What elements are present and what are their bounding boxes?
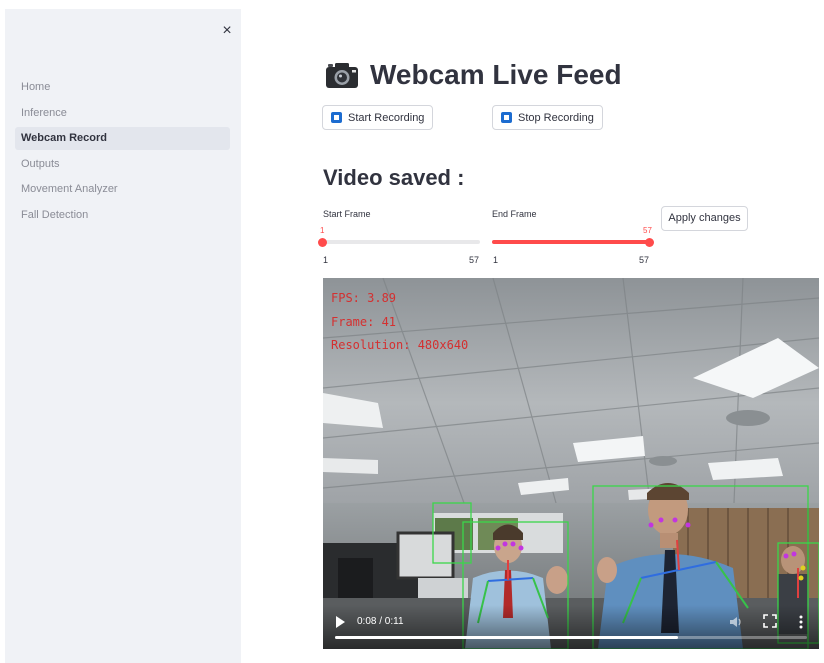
end-frame-label: End Frame xyxy=(492,209,537,219)
end-frame-value: 57 xyxy=(643,226,652,235)
start-recording-button[interactable]: Start Recording xyxy=(322,105,434,130)
start-frame-max: 57 xyxy=(469,255,480,265)
fps-overlay: FPS: 3.89 xyxy=(331,291,397,305)
play-icon[interactable] xyxy=(333,615,347,629)
stop-recording-button[interactable]: Stop Recording xyxy=(492,105,603,130)
video-time: 0:08 / 0:11 xyxy=(357,616,404,627)
sidebar: × Home Inference Webcam Record Outputs M… xyxy=(5,9,241,663)
start-frame-min: 1 xyxy=(323,255,329,265)
sidebar-item-movement-analyzer[interactable]: Movement Analyzer xyxy=(15,178,230,201)
stop-icon xyxy=(501,112,512,123)
end-frame-thumb[interactable] xyxy=(645,238,654,247)
stop-recording-label: Stop Recording xyxy=(518,111,594,124)
page-title-text: Webcam Live Feed xyxy=(370,59,622,90)
end-frame-fill[interactable] xyxy=(492,240,650,244)
video-progress-track[interactable] xyxy=(335,636,807,639)
sidebar-item-inference[interactable]: Inference xyxy=(15,102,230,125)
camera-icon xyxy=(325,61,359,89)
frame-overlay: Frame: 41 xyxy=(331,315,397,329)
sidebar-item-webcam-record[interactable]: Webcam Record xyxy=(15,127,230,150)
volume-icon[interactable] xyxy=(728,614,744,630)
video-frame xyxy=(323,278,819,649)
sidebar-nav: Home Inference Webcam Record Outputs Mov… xyxy=(15,76,230,229)
record-icon xyxy=(331,112,342,123)
sidebar-item-home[interactable]: Home xyxy=(15,76,230,99)
start-frame-thumb[interactable] xyxy=(318,238,327,247)
page-title: Webcam Live Feed xyxy=(325,55,622,95)
main-content: Webcam Live Feed Start Recording Stop Re… xyxy=(241,0,824,663)
close-sidebar-button[interactable]: × xyxy=(217,21,237,41)
start-frame-label: Start Frame xyxy=(323,209,371,219)
resolution-overlay: Resolution: 480x640 xyxy=(331,338,469,352)
start-frame-track[interactable] xyxy=(323,240,480,244)
sidebar-item-fall-detection[interactable]: Fall Detection xyxy=(15,204,230,227)
video-player[interactable]: FPS: 3.89 Frame: 41 Resolution: 480x640 … xyxy=(323,278,819,649)
fullscreen-icon[interactable] xyxy=(763,614,777,628)
sidebar-item-outputs[interactable]: Outputs xyxy=(15,153,230,176)
start-frame-value: 1 xyxy=(320,226,325,235)
end-frame-min: 1 xyxy=(493,255,499,265)
end-frame-max: 57 xyxy=(639,255,650,265)
video-saved-heading: Video saved : xyxy=(323,165,465,190)
video-controls: 0:08 / 0:11 xyxy=(323,605,819,649)
video-progress-fill xyxy=(335,636,679,639)
more-options-icon[interactable] xyxy=(797,614,805,630)
start-recording-label: Start Recording xyxy=(348,111,425,124)
apply-changes-button[interactable]: Apply changes xyxy=(661,206,748,231)
